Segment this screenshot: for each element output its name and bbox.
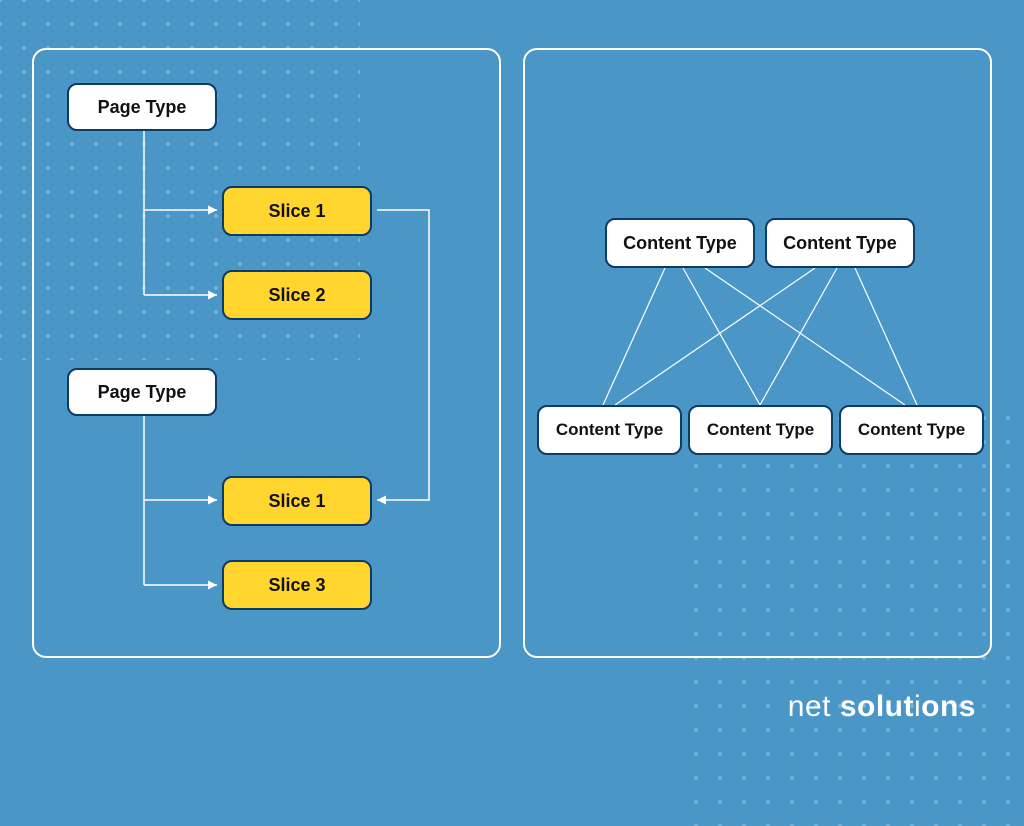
content-type-top-b: Content Type xyxy=(765,218,915,268)
page-type-node-2: Page Type xyxy=(67,368,217,416)
brand-logo: net solutions xyxy=(788,690,976,724)
slice-node-1a: Slice 1 xyxy=(222,186,372,236)
left-panel: Page Type Slice 1 Slice 2 Page Type Slic… xyxy=(32,48,501,658)
content-type-top-a: Content Type xyxy=(605,218,755,268)
page-type-node-1: Page Type xyxy=(67,83,217,131)
slice-node-3: Slice 3 xyxy=(222,560,372,610)
slice-node-2: Slice 2 xyxy=(222,270,372,320)
brand-part4: ons xyxy=(921,690,976,723)
brand-part1: net xyxy=(788,690,840,723)
panels-row: Page Type Slice 1 Slice 2 Page Type Slic… xyxy=(32,48,992,658)
brand-part2: solut xyxy=(840,690,914,723)
content-type-bottom-b: Content Type xyxy=(688,405,833,455)
right-panel: Content Type Content Type Content Type C… xyxy=(523,48,992,658)
content-type-bottom-a: Content Type xyxy=(537,405,682,455)
slice-node-1b: Slice 1 xyxy=(222,476,372,526)
content-type-bottom-c: Content Type xyxy=(839,405,984,455)
right-connectors xyxy=(525,50,995,660)
